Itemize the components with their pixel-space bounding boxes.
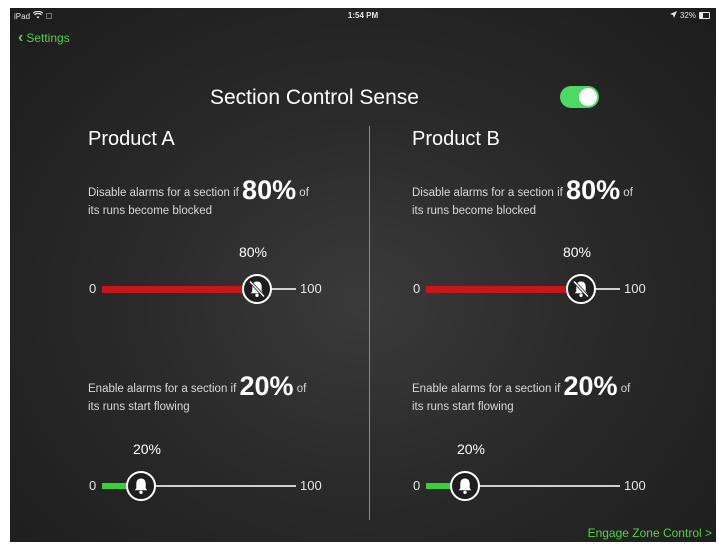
disable-text-after: of: [623, 187, 633, 199]
enable-text-after: of: [296, 383, 307, 395]
disable-value: 80%: [566, 175, 621, 205]
disable-text: Disable alarms for a section if: [412, 187, 563, 199]
status-right: 32%: [669, 11, 710, 20]
engage-zone-control-link[interactable]: Engage Zone Control >: [588, 526, 712, 540]
slider-max: 100: [624, 478, 646, 493]
product-title: Product B: [412, 128, 500, 150]
slider-fill: [102, 285, 258, 293]
slider-thumb[interactable]: [242, 274, 273, 304]
enable-text-after: of: [620, 383, 631, 395]
location-arrow-icon: [669, 11, 677, 20]
disable-text-line2: its runs become blocked: [412, 205, 537, 217]
slider-thumb[interactable]: [449, 471, 480, 501]
disable-description: Disable alarms for a section if 80% of i…: [88, 177, 348, 220]
slider-thumb[interactable]: [125, 471, 156, 501]
enable-value: 20%: [239, 371, 294, 401]
slider-max: 100: [300, 281, 322, 296]
enable-description: Enable alarms for a section if 20% of it…: [88, 373, 348, 416]
product-a-panel: Product A Disable alarms for a section i…: [10, 8, 340, 542]
bell-slash-icon: [573, 280, 590, 298]
slider-thumb[interactable]: [566, 274, 597, 304]
product-title: Product A: [88, 128, 175, 150]
bell-slash-icon: [249, 280, 266, 298]
disable-value: 80%: [242, 175, 297, 205]
enable-value: 20%: [563, 371, 618, 401]
disable-slider-value: 80%: [238, 244, 268, 260]
product-b-panel: Product B Disable alarms for a section i…: [334, 8, 664, 542]
battery-percent: 32%: [679, 11, 696, 20]
battery-icon: [699, 12, 710, 19]
slider-min: 0: [89, 478, 97, 493]
slider-min: 0: [413, 478, 421, 493]
app-screen: iPad 1:54 PM 32% ‹ Settings Section Cont…: [10, 8, 716, 542]
enable-text-line2: its runs start flowing: [412, 401, 514, 413]
disable-description: Disable alarms for a section if 80% of i…: [412, 177, 672, 220]
enable-slider-value: 20%: [456, 441, 486, 457]
slider-min: 0: [89, 281, 97, 296]
battery-fill: [700, 13, 703, 18]
disable-text-line2: its runs become blocked: [88, 205, 213, 217]
enable-text: Enable alarms for a section if: [412, 383, 561, 395]
bell-icon: [458, 478, 471, 494]
enable-text: Enable alarms for a section if: [88, 383, 237, 395]
slider-max: 100: [300, 478, 322, 493]
enable-slider-value: 20%: [132, 441, 162, 457]
disable-text: Disable alarms for a section if: [88, 187, 239, 199]
bell-icon: [134, 478, 147, 494]
slider-fill: [426, 285, 582, 293]
disable-text-after: of: [299, 187, 309, 199]
slider-max: 100: [624, 281, 646, 296]
enable-description: Enable alarms for a section if 20% of it…: [412, 373, 672, 416]
enable-text-line2: its runs start flowing: [88, 401, 190, 413]
slider-min: 0: [413, 281, 421, 296]
disable-slider-value: 80%: [562, 244, 592, 260]
